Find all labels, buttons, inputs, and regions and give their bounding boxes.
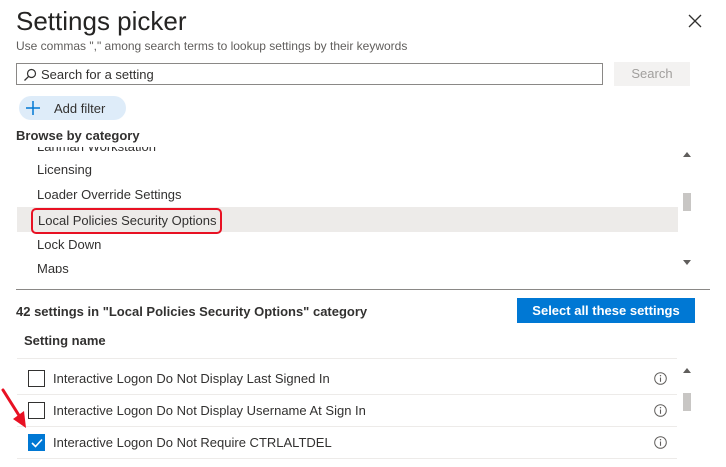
page-subtitle: Use commas "," among search terms to loo… [16, 39, 408, 53]
scroll-up-icon[interactable] [683, 368, 691, 373]
add-filter-label: Add filter [54, 101, 106, 116]
scroll-thumb[interactable] [683, 393, 691, 411]
close-icon[interactable] [686, 12, 704, 30]
category-scrollbar[interactable] [681, 147, 693, 273]
setting-name: Interactive Logon Do Not Display Last Si… [53, 371, 330, 386]
checkmark-icon [31, 438, 43, 448]
setting-name: Interactive Logon Do Not Require CTRLALT… [53, 435, 332, 450]
search-field[interactable] [16, 63, 603, 85]
category-label: Loader Override Settings [37, 187, 182, 202]
setting-name-column-header[interactable]: Setting name [24, 333, 106, 348]
category-list[interactable]: Lanman Workstation Licensing Loader Over… [17, 147, 678, 273]
category-label: Maps [37, 261, 69, 273]
table-row[interactable]: Interactive Logon Do Not Require CTRLALT… [17, 427, 677, 459]
search-icon [24, 68, 37, 81]
red-arrow-icon [1, 388, 26, 428]
settings-count-text: 42 settings in "Local Policies Security … [16, 304, 368, 319]
table-row[interactable]: Interactive Logon Do Not Display Last Si… [17, 363, 677, 395]
plus-icon [26, 101, 40, 115]
scroll-down-icon[interactable] [683, 260, 691, 265]
table-row[interactable]: Interactive Logon Do Not Display Usernam… [17, 395, 677, 427]
info-icon[interactable] [654, 372, 667, 385]
select-all-settings-button[interactable]: Select all these settings [517, 298, 695, 323]
category-label: Licensing [37, 162, 92, 177]
category-item-selected[interactable]: Local Policies Security Options [17, 207, 678, 234]
setting-checkbox-checked[interactable] [28, 434, 45, 451]
setting-name: Interactive Logon Do Not Display Usernam… [53, 403, 366, 418]
scroll-thumb[interactable] [683, 193, 691, 211]
category-item[interactable]: Maps [17, 256, 678, 273]
category-item[interactable]: Lock Down [17, 232, 678, 257]
settings-scrollbar[interactable] [681, 362, 693, 462]
search-button[interactable]: Search [614, 62, 690, 86]
section-divider [16, 289, 710, 290]
page-title: Settings picker [16, 6, 187, 36]
scroll-up-icon[interactable] [683, 152, 691, 157]
info-icon[interactable] [654, 404, 667, 417]
setting-checkbox[interactable] [28, 402, 45, 419]
setting-checkbox[interactable] [28, 370, 45, 387]
info-icon[interactable] [654, 436, 667, 449]
browse-by-category-heading: Browse by category [16, 128, 140, 143]
category-label: Lock Down [37, 237, 102, 252]
category-label: Local Policies Security Options [31, 208, 223, 234]
add-filter-button[interactable]: Add filter [19, 96, 126, 120]
header-divider [17, 358, 677, 359]
search-input[interactable] [41, 64, 596, 84]
category-item[interactable]: Licensing [17, 157, 678, 182]
category-item[interactable]: Loader Override Settings [17, 182, 678, 207]
